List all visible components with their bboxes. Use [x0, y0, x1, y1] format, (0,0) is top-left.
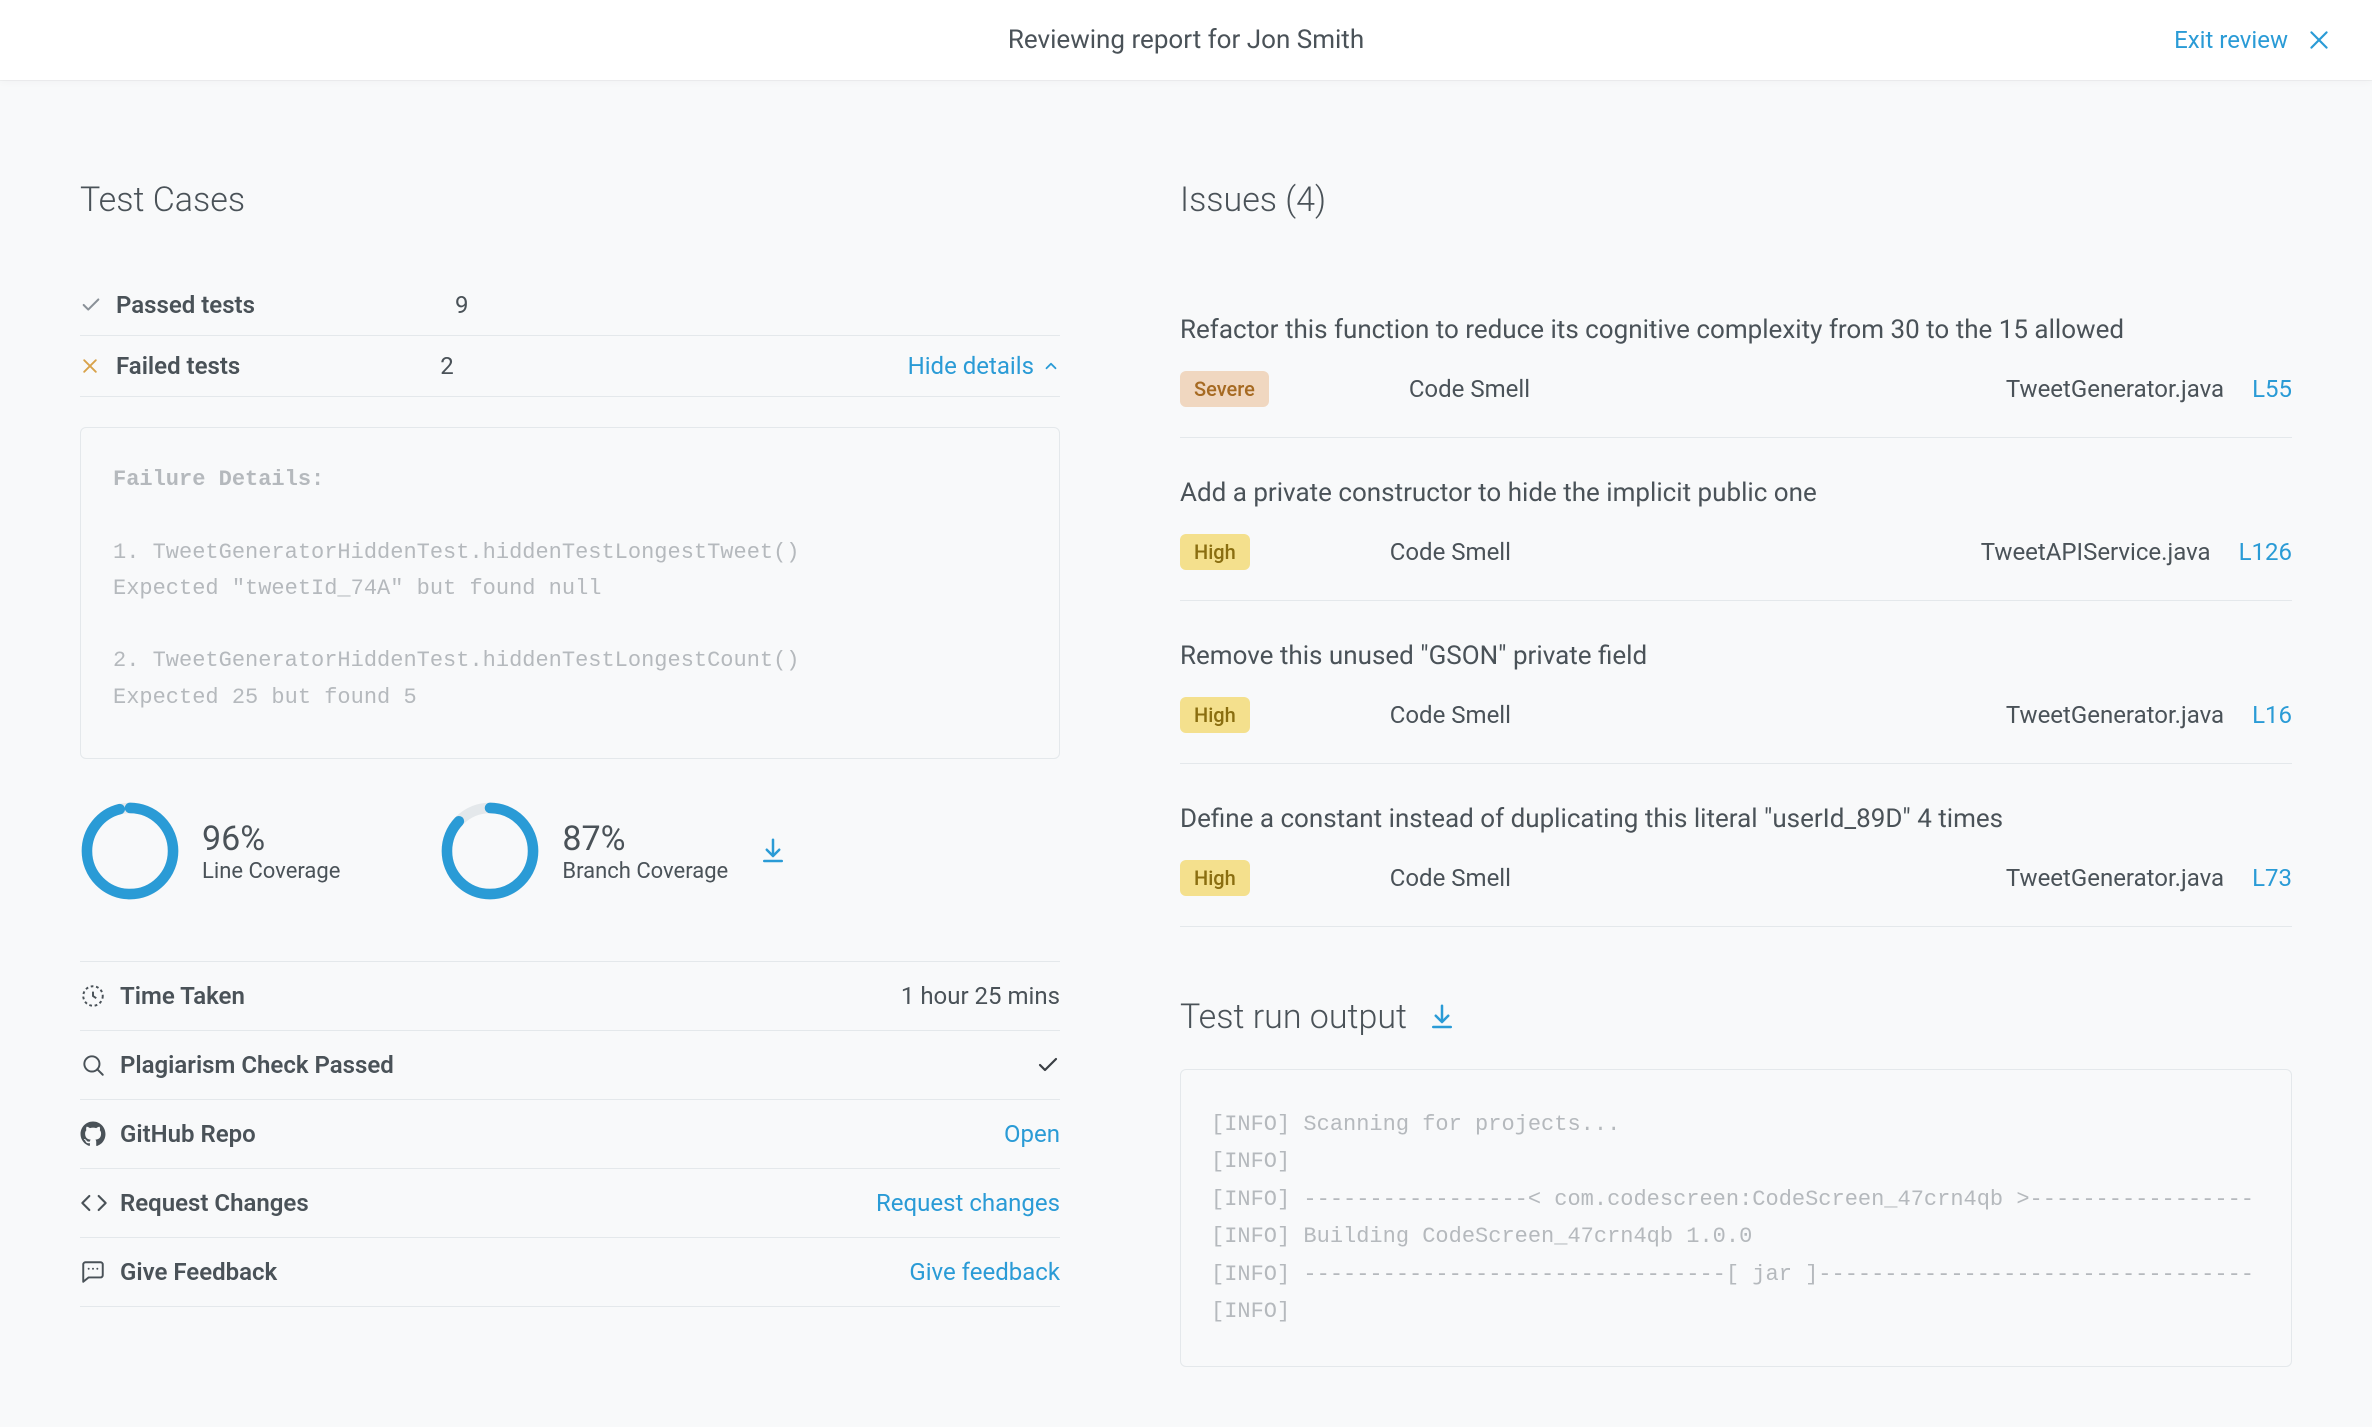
request-changes-link[interactable]: Request changes [876, 1189, 1060, 1217]
issue-type: Code Smell [1409, 375, 1530, 403]
download-output-button[interactable] [1427, 1002, 1457, 1032]
branch-coverage-label: Branch Coverage [562, 859, 728, 884]
header-actions: Exit review [2174, 0, 2332, 80]
github-open-link[interactable]: Open [1004, 1120, 1060, 1148]
issue-title: Add a private constructor to hide the im… [1180, 478, 2292, 508]
header-bar: Reviewing report for Jon Smith Exit revi… [0, 0, 2372, 80]
issue-title: Remove this unused "GSON" private field [1180, 641, 2292, 671]
issue-meta: High Code Smell TweetAPIService.java L12… [1180, 534, 2292, 570]
plagiarism-row: Plagiarism Check Passed [80, 1031, 1060, 1100]
main-content: Test Cases Passed tests 9 Failed tests [0, 80, 2372, 1427]
time-taken-row: Time Taken 1 hour 25 mins [80, 962, 1060, 1031]
branch-coverage-pct: 87% [562, 819, 728, 859]
test-output-box: [INFO] Scanning for projects... [INFO] [… [1180, 1069, 2292, 1367]
issue-file: TweetGenerator.java [2006, 701, 2224, 729]
failed-tests-label: Failed tests [116, 352, 240, 380]
chat-icon [80, 1259, 120, 1285]
failed-tests-count: 2 [440, 352, 500, 380]
severity-badge: High [1180, 860, 1250, 896]
line-coverage-ring-icon [80, 801, 180, 901]
issue-line-link[interactable]: L55 [2252, 375, 2292, 403]
hide-details-toggle[interactable]: Hide details [908, 352, 1060, 380]
github-icon [80, 1121, 120, 1147]
issue-meta: High Code Smell TweetGenerator.java L73 [1180, 860, 2292, 896]
download-coverage-button[interactable] [758, 836, 788, 866]
coverage-row: 96% Line Coverage 87% Branch Coverage [80, 801, 1060, 901]
issue-item[interactable]: Refactor this function to reduce its cog… [1180, 275, 2292, 438]
time-taken-label: Time Taken [120, 982, 245, 1010]
search-icon [80, 1052, 120, 1078]
github-row: GitHub Repo Open [80, 1100, 1060, 1169]
give-feedback-label: Give Feedback [120, 1258, 277, 1286]
download-icon [1427, 1002, 1457, 1032]
request-changes-label: Request Changes [120, 1189, 309, 1217]
code-icon [80, 1189, 120, 1217]
test-summary: Passed tests 9 Failed tests 2 Hide detai… [80, 275, 1060, 397]
issue-meta: High Code Smell TweetGenerator.java L16 [1180, 697, 2292, 733]
issue-type: Code Smell [1390, 701, 1511, 729]
passed-tests-label: Passed tests [116, 291, 255, 319]
left-column: Test Cases Passed tests 9 Failed tests [80, 180, 1060, 1367]
branch-coverage: 87% Branch Coverage [440, 801, 728, 901]
plagiarism-check-icon [1036, 1053, 1060, 1077]
issue-file: TweetAPIService.java [1981, 538, 2211, 566]
issue-file: TweetGenerator.java [2006, 375, 2224, 403]
test-output-header: Test run output [1180, 997, 2292, 1037]
request-changes-row: Request Changes Request changes [80, 1169, 1060, 1238]
line-coverage: 96% Line Coverage [80, 801, 340, 901]
meta-action-list: Time Taken 1 hour 25 mins Plagiarism Che… [80, 961, 1060, 1307]
failure-details-heading: Failure Details: [113, 467, 324, 492]
chevron-up-icon [1042, 357, 1060, 375]
severity-badge: High [1180, 534, 1250, 570]
download-icon [758, 836, 788, 866]
give-feedback-link[interactable]: Give feedback [909, 1258, 1060, 1286]
severity-badge: High [1180, 697, 1250, 733]
test-cases-heading: Test Cases [80, 180, 1060, 220]
issue-item[interactable]: Remove this unused "GSON" private field … [1180, 601, 2292, 764]
line-coverage-pct: 96% [202, 819, 340, 859]
hide-details-label: Hide details [908, 352, 1034, 380]
test-output-heading: Test run output [1180, 997, 1407, 1037]
exit-review-link[interactable]: Exit review [2174, 26, 2288, 54]
issue-file: TweetGenerator.java [2006, 864, 2224, 892]
plagiarism-label: Plagiarism Check Passed [120, 1051, 394, 1079]
issue-line-link[interactable]: L126 [2239, 538, 2292, 566]
issue-meta: Severe Code Smell TweetGenerator.java L5… [1180, 371, 2292, 407]
line-coverage-label: Line Coverage [202, 859, 340, 884]
failed-tests-row: Failed tests 2 Hide details [80, 336, 1060, 397]
page-title: Reviewing report for Jon Smith [1008, 25, 1364, 55]
issue-item[interactable]: Define a constant instead of duplicating… [1180, 764, 2292, 927]
right-column: Issues (4) Refactor this function to red… [1180, 180, 2292, 1367]
issues-list: Refactor this function to reduce its cog… [1180, 275, 2292, 927]
issues-heading: Issues (4) [1180, 180, 2292, 220]
failure-details-box: Failure Details: 1. TweetGeneratorHidden… [80, 427, 1060, 759]
give-feedback-row: Give Feedback Give feedback [80, 1238, 1060, 1307]
issue-item[interactable]: Add a private constructor to hide the im… [1180, 438, 2292, 601]
failure-details-body: 1. TweetGeneratorHiddenTest.hiddenTestLo… [113, 540, 800, 710]
issue-type: Code Smell [1390, 864, 1511, 892]
passed-tests-row: Passed tests 9 [80, 275, 1060, 336]
github-label: GitHub Repo [120, 1120, 256, 1148]
time-taken-value: 1 hour 25 mins [901, 982, 1060, 1010]
close-icon[interactable] [2306, 27, 2332, 53]
passed-tests-count: 9 [455, 291, 515, 319]
branch-coverage-ring-icon [440, 801, 540, 901]
issue-line-link[interactable]: L16 [2252, 701, 2292, 729]
clock-icon [80, 983, 120, 1009]
check-icon [80, 294, 116, 316]
issue-type: Code Smell [1390, 538, 1511, 566]
issue-title: Define a constant instead of duplicating… [1180, 804, 2292, 834]
issue-title: Refactor this function to reduce its cog… [1180, 315, 2292, 345]
severity-badge: Severe [1180, 371, 1269, 407]
x-icon [80, 356, 116, 376]
issue-line-link[interactable]: L73 [2252, 864, 2292, 892]
